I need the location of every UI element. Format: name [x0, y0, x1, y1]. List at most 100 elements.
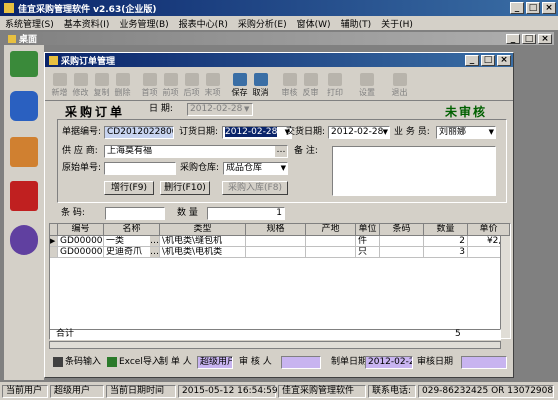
menu-analysis[interactable]: 采购分析(E) — [233, 17, 292, 30]
audit-status: 未审核 — [445, 105, 488, 119]
print-icon — [328, 73, 342, 86]
menu-system[interactable]: 系统管理(S) — [0, 17, 59, 30]
table-row[interactable]: GD000005 史迪奇爪… \机电类\电机类 只 3 ¥ — [50, 247, 510, 258]
order-no-field[interactable]: CD20120228002 — [104, 126, 174, 139]
col-qty[interactable]: 数量 — [424, 224, 468, 236]
status-time-label: 当前日期时间 — [106, 384, 176, 398]
add-row-button[interactable]: 增行(F9) — [104, 181, 154, 195]
menu-tools[interactable]: 辅助(T) — [336, 17, 377, 30]
order-window-icon — [49, 55, 58, 65]
col-origin[interactable]: 产地 — [306, 224, 356, 236]
supplier-field[interactable]: 上海莫有福 … — [104, 145, 288, 158]
toolbar-save-button[interactable]: 保存 — [229, 68, 250, 98]
menu-window[interactable]: 窗体(W) — [292, 17, 336, 30]
stock-in-button[interactable]: 采购入库(F8) — [222, 181, 288, 195]
barcode-label: 条 码: — [61, 208, 85, 218]
desktop-maximize-button[interactable]: □ — [522, 33, 536, 44]
date-label: 日 期: — [149, 104, 173, 114]
settings-icon[interactable] — [10, 225, 38, 255]
menu-about[interactable]: 关于(H) — [376, 17, 418, 30]
toolbar-cancel-button[interactable]: 取消 — [250, 68, 271, 98]
maximize-button[interactable]: □ — [526, 2, 540, 14]
qty-field[interactable]: 1 — [207, 207, 285, 220]
col-type[interactable]: 类型 — [160, 224, 246, 236]
table-row[interactable]: ▶ GD000003 一类… \机电类\缝包机 件 2 ¥2,9 — [50, 236, 510, 247]
status-contact-label: 联系电话: — [368, 384, 416, 398]
toolbar-first-button[interactable]: 首项 — [139, 68, 160, 98]
col-price[interactable]: 单价 — [468, 224, 510, 236]
toolbar-settings-button[interactable]: 设置 — [353, 68, 381, 98]
toolbar-next-button[interactable]: 后项 — [181, 68, 202, 98]
prev-icon — [163, 73, 178, 86]
toolbar-last-button[interactable]: 末项 — [202, 68, 223, 98]
last-icon — [205, 73, 220, 86]
toolbar-new-button[interactable]: 新增 — [49, 68, 70, 98]
purchase-icon[interactable] — [10, 51, 38, 77]
toolbar-edit-button[interactable]: 修改 — [70, 68, 91, 98]
menu-business[interactable]: 业务管理(B) — [114, 17, 173, 30]
order-window-title-bar: 采购订单管理 _ □ × — [45, 53, 513, 67]
clerk-dropdown-icon[interactable]: ▼ — [489, 127, 494, 138]
unaudit-icon — [303, 73, 318, 86]
remark-field[interactable] — [332, 146, 496, 196]
orig-no-field[interactable] — [104, 162, 176, 175]
grid-hscrollbar[interactable] — [49, 341, 501, 349]
next-icon — [184, 73, 199, 86]
order-maximize-button[interactable]: □ — [481, 54, 495, 66]
settings-small-icon — [360, 73, 374, 86]
delete-row-button[interactable]: 删行(F10) — [160, 181, 210, 195]
desktop-title: 桌面 — [19, 35, 38, 45]
col-name[interactable]: 名称 — [104, 224, 160, 236]
toolbar-copy-button[interactable]: 复制 — [91, 68, 112, 98]
delivery-date-field[interactable]: 2012-02-28 ▼ — [328, 126, 390, 139]
order-footer: 条码输入 Excel导入 制 单 人 超级用户 审 核 人 制单日期 2012-… — [49, 353, 511, 373]
supplier-lookup-button[interactable]: … — [275, 146, 287, 157]
save-icon — [232, 73, 247, 86]
edit-icon — [73, 73, 88, 86]
toolbar-exit-button[interactable]: 退出 — [389, 68, 410, 98]
excel-import-button[interactable]: Excel导入 — [119, 356, 161, 369]
order-date-field[interactable]: 2012-02-28 ▼ — [222, 126, 292, 139]
date-dropdown-icon[interactable]: ▼ — [244, 105, 249, 113]
menu-reports[interactable]: 报表中心(R) — [174, 17, 233, 30]
col-barcode[interactable]: 条码 — [380, 224, 424, 236]
warehouse-select[interactable]: 成品仓库 ▼ — [223, 162, 288, 175]
desktop-minimize-button[interactable]: _ — [506, 33, 520, 44]
order-heading-row: 采购订单 日 期: 2012-02-28 ▼ 未审核 — [45, 101, 513, 119]
order-minimize-button[interactable]: _ — [465, 54, 479, 66]
database-icon[interactable] — [10, 91, 38, 121]
status-user-label: 当前用户 — [2, 384, 48, 398]
report-icon[interactable] — [10, 137, 38, 167]
clerk-select[interactable]: 刘丽娜 ▼ — [436, 126, 496, 139]
remark-label: 备 注: — [294, 146, 318, 156]
app-icon — [4, 3, 14, 13]
supplier-label: 供 应 商: — [62, 146, 98, 156]
col-spec[interactable]: 规格 — [246, 224, 306, 236]
order-close-button[interactable]: × — [497, 54, 511, 66]
barcode-field[interactable] — [105, 207, 165, 220]
toolbox-icon[interactable] — [10, 181, 38, 211]
creator-label: 制 单 人 — [159, 357, 192, 367]
name-lookup-button[interactable]: … — [150, 247, 159, 257]
menu-basic-data[interactable]: 基本资料(I) — [59, 17, 115, 30]
create-date-label: 制单日期 — [331, 357, 368, 367]
delivery-date-dropdown-icon[interactable]: ▼ — [383, 127, 388, 138]
warehouse-dropdown-icon[interactable]: ▼ — [281, 163, 286, 174]
desktop-icon — [8, 34, 16, 43]
col-code[interactable]: 编号 — [58, 224, 104, 236]
undo-icon — [253, 73, 268, 86]
row-pointer-icon: ▶ — [50, 236, 58, 247]
col-unit[interactable]: 单位 — [356, 224, 380, 236]
toolbar-print-button[interactable]: 打印 — [321, 68, 349, 98]
grid-vscrollbar[interactable] — [500, 236, 510, 338]
name-lookup-button[interactable]: … — [150, 236, 159, 246]
toolbar-unaudit-button[interactable]: 反审 — [300, 68, 321, 98]
toolbar-delete-button[interactable]: 删除 — [112, 68, 133, 98]
audit-date-label: 审核日期 — [417, 357, 454, 367]
barcode-input-button[interactable]: 条码输入 — [65, 356, 101, 369]
toolbar-audit-button[interactable]: 审核 — [279, 68, 300, 98]
toolbar-prev-button[interactable]: 前项 — [160, 68, 181, 98]
minimize-button[interactable]: _ — [510, 2, 524, 14]
close-button[interactable]: × — [542, 2, 556, 14]
desktop-close-button[interactable]: × — [538, 33, 552, 44]
